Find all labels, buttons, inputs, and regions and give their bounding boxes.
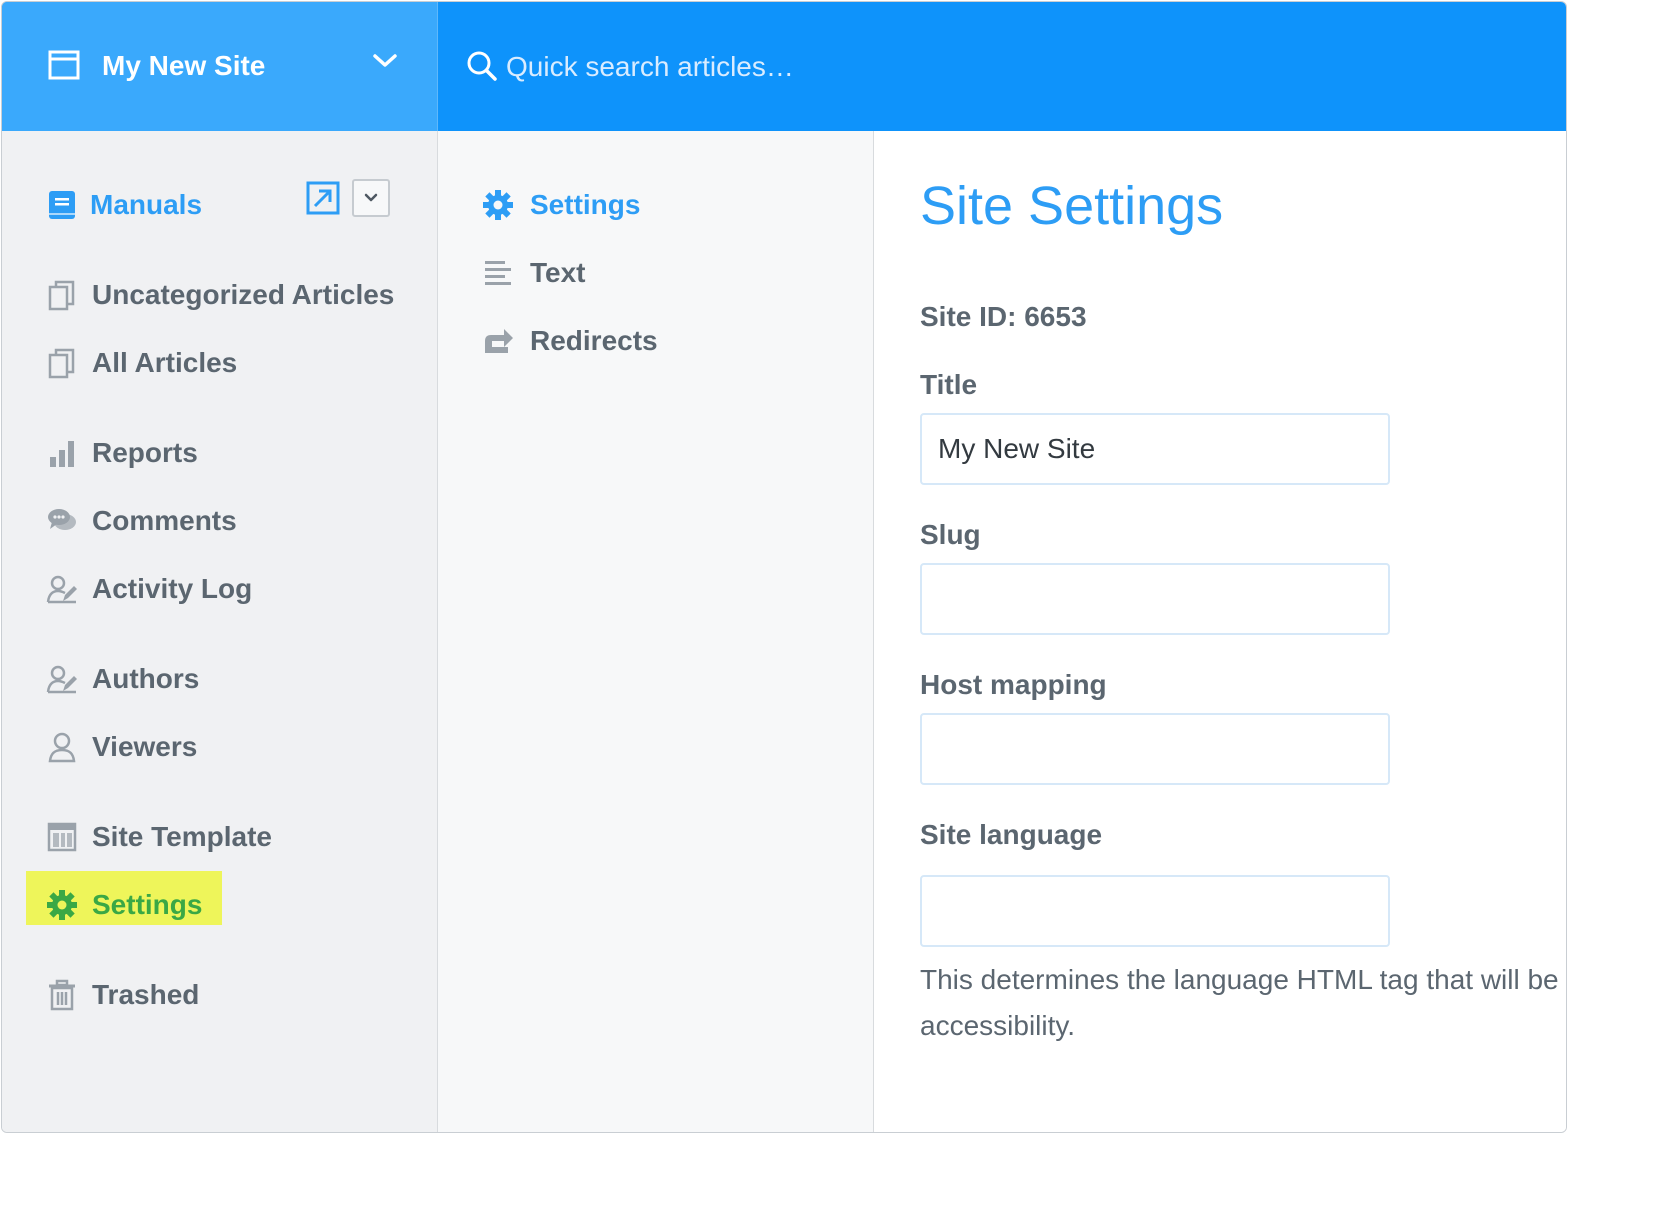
search-icon — [467, 51, 497, 81]
site-language-label: Site language — [920, 819, 1103, 850]
browser-window-icon — [48, 50, 80, 80]
sidebar-item-label: Settings — [92, 889, 203, 920]
user-edit-icon — [46, 575, 77, 604]
sidebar-item-label: Viewers — [92, 731, 198, 762]
search-input[interactable] — [506, 44, 1206, 90]
sidebar-item-label: Manuals — [90, 189, 203, 220]
title-field[interactable] — [920, 413, 1390, 485]
help-text-line: accessibility. — [920, 1010, 1076, 1041]
trash-icon — [49, 979, 75, 1011]
sidebar-item-settings[interactable]: Settings — [2, 879, 222, 931]
settings-content: Site Settings Site ID: 6653 Title Slug H… — [874, 131, 1566, 1132]
settings-nav: Settings Text Redirects — [438, 131, 874, 1132]
title-label: Title — [920, 369, 978, 400]
settings-nav-label: Redirects — [530, 325, 658, 356]
template-icon — [47, 822, 77, 852]
gear-icon — [483, 190, 513, 220]
sidebar-item-label: Activity Log — [92, 573, 253, 604]
sidebar-item-site-template[interactable]: Site Template — [2, 811, 438, 863]
site-name: My New Site — [102, 50, 266, 81]
sidebar-item-all-articles[interactable]: All Articles — [2, 337, 438, 389]
host-mapping-field[interactable] — [920, 713, 1390, 785]
help-text-line: This determines the language HTML tag th… — [920, 964, 1559, 995]
sidebar-item-manuals[interactable]: Manuals — [2, 179, 438, 231]
book-icon — [49, 191, 75, 219]
sidebar-item-label: Authors — [92, 663, 200, 694]
sidebar-item-trashed[interactable]: Trashed — [2, 969, 438, 1021]
text-lines-icon — [485, 261, 511, 285]
settings-nav-item-settings[interactable]: Settings — [438, 179, 874, 231]
sidebar-item-label: Reports — [92, 437, 198, 468]
bar-chart-icon — [50, 441, 74, 467]
sidebar: Manuals Uncategorized Articles All Artic… — [2, 131, 438, 1132]
copy-icon — [48, 348, 75, 379]
sidebar-item-label: Comments — [92, 505, 237, 536]
settings-nav-label: Settings — [530, 189, 641, 220]
top-bar: My New Site — [2, 2, 1566, 131]
slug-label: Slug — [920, 519, 981, 550]
open-external-button[interactable] — [304, 179, 342, 217]
site-language-field[interactable] — [920, 875, 1390, 947]
app-window: My New Site Manuals — [1, 1, 1567, 1133]
chevron-down-icon — [364, 193, 378, 202]
manuals-menu-button[interactable] — [352, 179, 390, 217]
sidebar-item-uncategorized-articles[interactable]: Uncategorized Articles — [2, 269, 438, 321]
sidebar-item-label: Uncategorized Articles — [92, 279, 395, 310]
site-id-label: Site ID: 6653 — [920, 301, 1087, 332]
sidebar-item-label: Trashed — [92, 979, 200, 1010]
host-mapping-label: Host mapping — [920, 669, 1107, 700]
sidebar-item-comments[interactable]: Comments — [2, 495, 438, 547]
comments-icon — [48, 509, 76, 530]
site-language-help-text: This determines the language HTML tag th… — [920, 957, 1566, 1049]
settings-nav-item-text[interactable]: Text — [438, 247, 874, 299]
sidebar-item-authors[interactable]: Authors — [2, 653, 438, 705]
site-switcher[interactable]: My New Site — [2, 2, 438, 131]
redirect-icon — [485, 329, 513, 353]
page-title: Site Settings — [920, 176, 1224, 236]
sidebar-item-viewers[interactable]: Viewers — [2, 721, 438, 773]
sidebar-item-label: Site Template — [92, 821, 272, 852]
sidebar-item-reports[interactable]: Reports — [2, 427, 438, 479]
sidebar-item-activity-log[interactable]: Activity Log — [2, 563, 438, 615]
user-icon — [48, 732, 76, 763]
gear-icon — [47, 890, 77, 920]
settings-nav-label: Text — [530, 257, 586, 288]
chevron-down-icon[interactable] — [372, 52, 398, 70]
copy-icon — [48, 280, 75, 311]
user-edit-icon — [46, 665, 77, 694]
sidebar-item-label: All Articles — [92, 347, 238, 378]
settings-nav-item-redirects[interactable]: Redirects — [438, 315, 874, 367]
external-link-icon — [306, 181, 340, 215]
slug-field[interactable] — [920, 563, 1390, 635]
